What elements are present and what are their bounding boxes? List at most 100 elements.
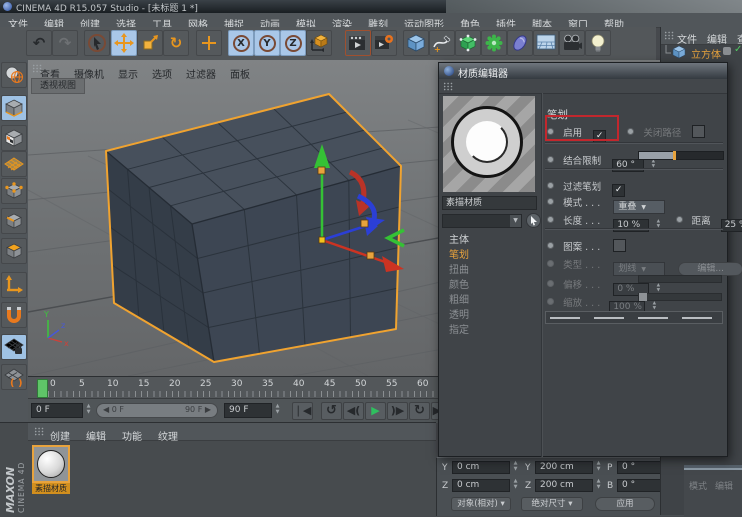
camera-button[interactable]	[559, 30, 585, 56]
distance-field[interactable]: 25 %	[721, 219, 742, 232]
anim-dot-icon[interactable]	[547, 198, 554, 205]
viewport-menu-display[interactable]: 显示	[118, 66, 138, 81]
material-name-field[interactable]: 素描材质	[442, 196, 537, 210]
coord-rot-b-field[interactable]: 0 °	[617, 479, 663, 492]
anim-dot-icon[interactable]	[547, 216, 554, 223]
texture-mode-button[interactable]	[1, 125, 27, 151]
matmgr-menu-create[interactable]: 创建	[50, 428, 70, 443]
viewport-menu-options[interactable]: 选项	[152, 66, 172, 81]
matmgr-menu-function[interactable]: 功能	[122, 428, 142, 443]
channel-color[interactable]: 颜色	[449, 276, 469, 291]
matmgr-menu-texture[interactable]: 纹理	[158, 428, 178, 443]
next-frame-button[interactable]: )▶	[387, 402, 408, 420]
coord-rot-p-field[interactable]: 0 °	[617, 461, 663, 474]
redo-button[interactable]: ↷	[52, 30, 78, 56]
channel-strokes[interactable]: 笔划	[449, 246, 469, 261]
material-editor-grip[interactable]	[443, 82, 453, 91]
play-button[interactable]: ▶	[365, 402, 386, 420]
scale-tool-button[interactable]	[137, 30, 163, 56]
close-path-checkbox[interactable]	[692, 125, 705, 138]
material-editor-window[interactable]: 材质编辑器 素描材质 ▼ 主体 笔划 扭曲 颜色 粗细 透明 指定 笔划 启用 …	[438, 62, 728, 457]
timeline-playhead[interactable]	[37, 379, 48, 398]
deformers-button[interactable]	[481, 30, 507, 56]
end-frame-spinner[interactable]: ▲▼	[273, 403, 282, 418]
object-manager-grip[interactable]	[664, 31, 674, 40]
coord-size-y-field[interactable]: 200 cm	[535, 461, 593, 474]
spinner[interactable]: ▲▼	[511, 478, 520, 493]
view-tab-perspective[interactable]: 透视视图	[31, 78, 85, 94]
render-settings-button[interactable]	[371, 30, 397, 56]
floor-sky-button[interactable]	[533, 30, 559, 56]
objmgr-menu-file[interactable]: 文件	[677, 31, 697, 45]
lock-y-axis-button[interactable]: Y	[254, 30, 280, 56]
objmgr-menu-view[interactable]: 查看	[737, 31, 742, 45]
edges-mode-button[interactable]	[1, 208, 27, 234]
coord-size-z-field[interactable]: 200 cm	[535, 479, 593, 492]
object-name[interactable]: 立方体	[691, 46, 721, 61]
environment-button[interactable]	[507, 30, 533, 56]
axis-mode-button[interactable]	[1, 272, 27, 298]
matmgr-menu-edit[interactable]: 编辑	[86, 428, 106, 443]
move-tool-button[interactable]	[111, 30, 137, 56]
material-menu-grip[interactable]	[34, 427, 44, 436]
anim-dot-icon[interactable]	[547, 182, 554, 189]
length-field[interactable]: 10 %	[613, 219, 649, 232]
material-name-label[interactable]: 素描材质	[32, 483, 70, 494]
coord-pos-y-field[interactable]: 0 cm	[452, 461, 510, 474]
workplane-button[interactable]	[1, 151, 27, 177]
anim-dot-icon[interactable]	[547, 242, 554, 249]
anim-dot-icon[interactable]	[676, 216, 683, 223]
channel-main[interactable]: 主体	[449, 231, 469, 246]
snap-lock-button[interactable]	[1, 334, 27, 360]
viewport-menu-filter[interactable]: 过滤器	[186, 66, 216, 81]
attr-menu-edit[interactable]: 编辑	[715, 479, 733, 492]
object-row-cube[interactable]: 立方体 ✓	[661, 44, 742, 60]
pick-material-button[interactable]	[526, 213, 541, 228]
lock-z-axis-button[interactable]: Z	[280, 30, 306, 56]
undo-button[interactable]: ↶	[26, 30, 52, 56]
make-editable-button[interactable]	[1, 62, 27, 88]
loop-button[interactable]: ↻	[409, 402, 430, 420]
goto-start-button[interactable]: ❘◀	[292, 402, 313, 420]
join-limit-slider[interactable]	[638, 151, 724, 160]
last-tool-button[interactable]	[196, 30, 222, 56]
material-editor-titlebar[interactable]: 材质编辑器	[439, 63, 727, 79]
join-limit-field[interactable]: 60 °	[612, 159, 644, 172]
lock-x-axis-button[interactable]: X	[228, 30, 254, 56]
spinner[interactable]: ▲▼	[594, 460, 603, 475]
play-backwards-button[interactable]: ↺	[321, 402, 342, 420]
dash-pattern-preview[interactable]	[545, 311, 723, 324]
workplane-snap-button[interactable]: ( )	[1, 364, 27, 390]
objmgr-menu-edit[interactable]: 编辑	[707, 31, 727, 45]
spline-pen-button[interactable]: +	[429, 30, 455, 56]
material-thumbnail[interactable]	[32, 445, 70, 483]
model-mode-button[interactable]	[1, 95, 27, 121]
coord-apply-button[interactable]: 应用	[595, 497, 655, 511]
attr-menu-mode[interactable]: 模式	[689, 479, 707, 492]
object-edit-toggle-icon[interactable]	[723, 47, 731, 55]
coord-pos-z-field[interactable]: 0 cm	[452, 479, 510, 492]
anim-dot-icon[interactable]	[627, 128, 634, 135]
object-enable-check-icon[interactable]: ✓	[734, 44, 742, 55]
coord-mode-button[interactable]: 对象(相对) ▾	[451, 497, 511, 511]
light-button[interactable]	[585, 30, 611, 56]
coord-size-mode-button[interactable]: 绝对尺寸 ▾	[521, 497, 583, 511]
render-view-button[interactable]	[345, 30, 371, 56]
points-mode-button[interactable]	[1, 178, 27, 204]
current-frame-spinner[interactable]: ▲▼	[84, 403, 93, 418]
polygons-mode-button[interactable]	[1, 238, 27, 264]
channel-thickness[interactable]: 粗细	[449, 291, 469, 306]
channel-assign[interactable]: 指定	[449, 321, 469, 336]
current-frame-field[interactable]: 0 F	[31, 403, 83, 418]
add-cube-button[interactable]	[403, 30, 429, 56]
coordinate-system-button[interactable]	[306, 30, 332, 56]
generators-button[interactable]	[455, 30, 481, 56]
channel-distort[interactable]: 扭曲	[449, 261, 469, 276]
previous-frame-button[interactable]: ◀(	[343, 402, 364, 420]
slider-thumb[interactable]	[673, 151, 676, 160]
viewport-menu-panel[interactable]: 面板	[230, 66, 250, 81]
live-selection-button[interactable]	[84, 30, 110, 56]
anim-dot-icon[interactable]	[547, 156, 554, 163]
magnet-snap-button[interactable]	[1, 302, 27, 328]
frame-range-slider[interactable]: ◀ 0 F 90 F ▶	[96, 403, 218, 418]
